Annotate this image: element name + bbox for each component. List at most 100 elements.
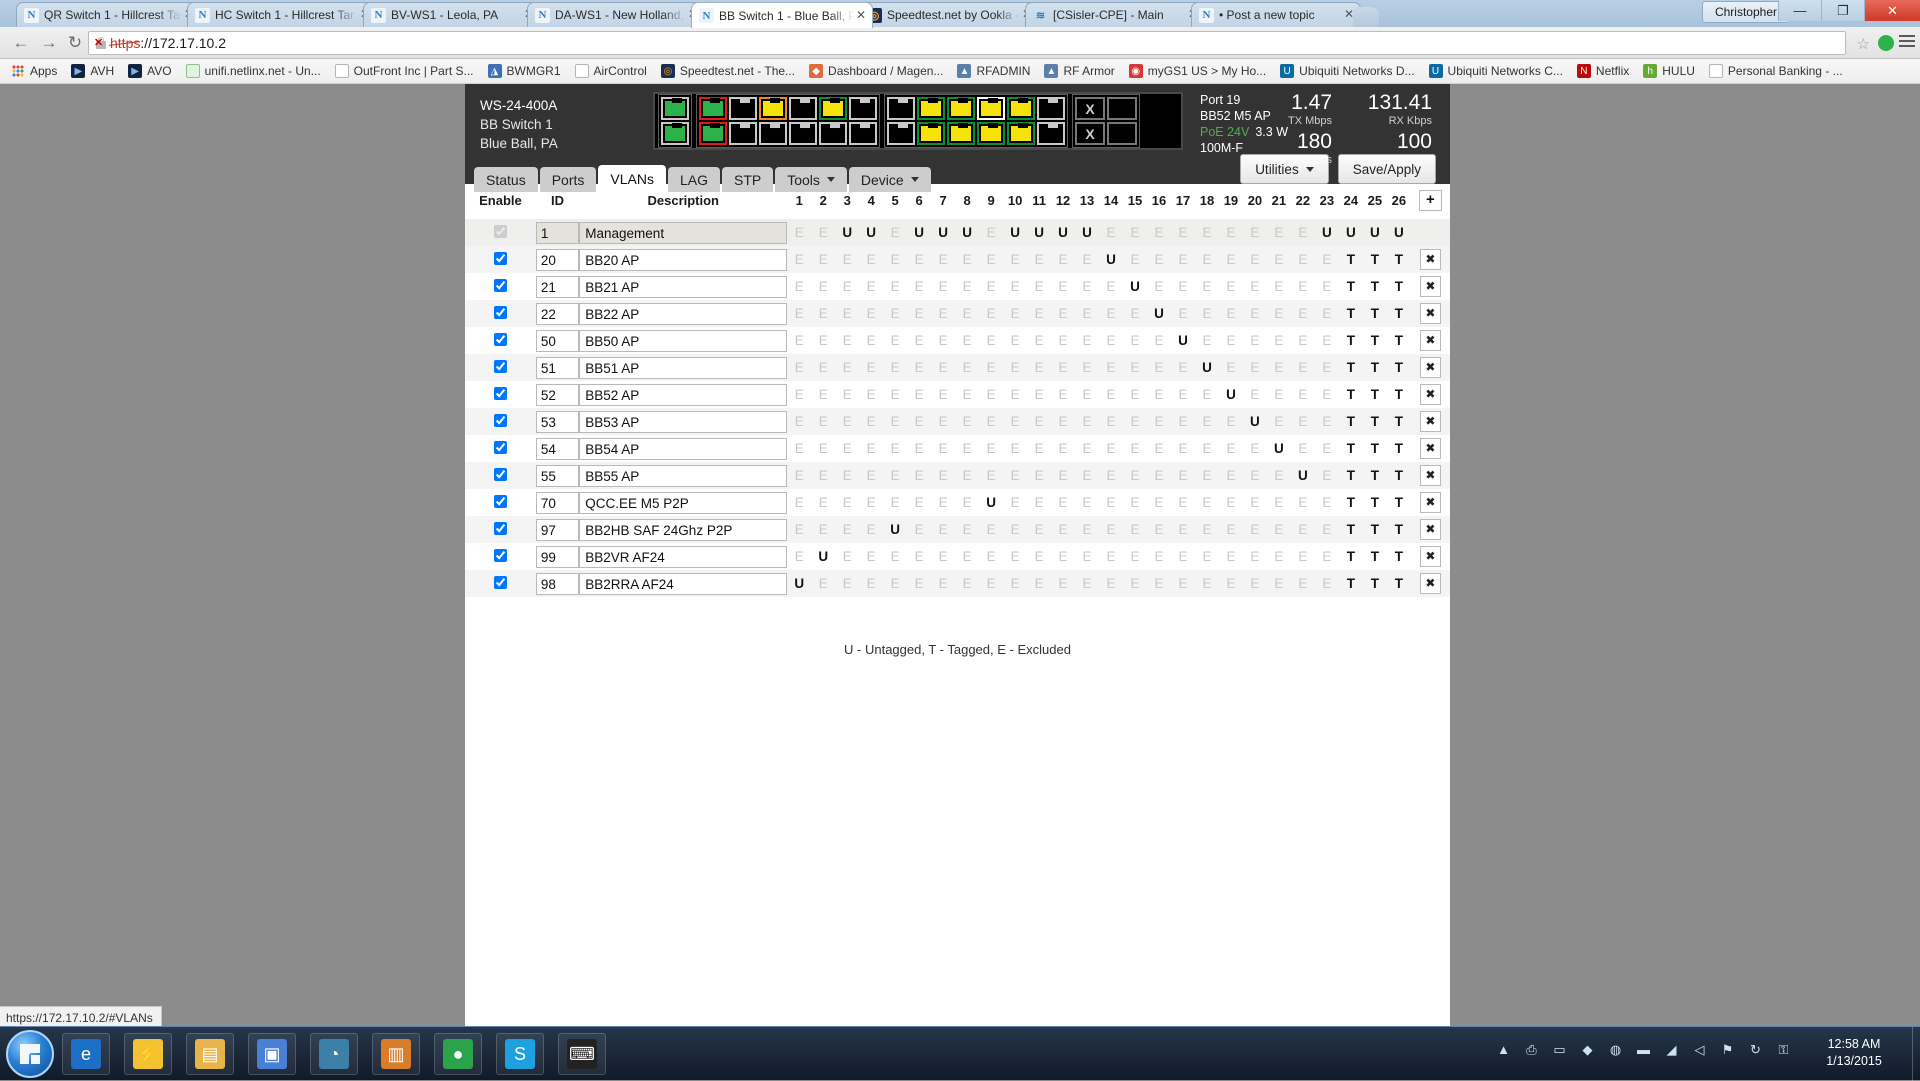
vlan-port-state-14[interactable]: E [1099,300,1123,327]
vlan-port-state-24[interactable]: T [1339,489,1363,516]
vlan-port-state-18[interactable]: E [1195,219,1219,246]
vlan-port-state-11[interactable]: E [1027,327,1051,354]
vlan-port-state-8[interactable]: E [955,570,979,597]
vlan-port-state-18[interactable]: E [1195,570,1219,597]
vlan-enable-checkbox[interactable] [494,414,507,427]
vlan-port-state-26[interactable]: T [1387,327,1411,354]
switch-port-led[interactable] [887,122,915,145]
vlan-port-state-9[interactable]: E [979,273,1003,300]
show-desktop-button[interactable] [1912,1027,1920,1081]
vlan-port-state-11[interactable]: E [1027,462,1051,489]
switch-port-led[interactable] [789,97,817,120]
vlan-port-state-13[interactable]: E [1075,300,1099,327]
vlan-port-state-10[interactable]: E [1003,327,1027,354]
browser-tab[interactable]: ◎Speedtest.net by Ookla - T✕ [859,2,1039,27]
switch-port-led[interactable] [661,122,689,145]
delete-vlan-button[interactable]: ✖ [1420,411,1441,432]
vlan-port-state-3[interactable]: E [835,354,859,381]
vlan-port-state-19[interactable]: E [1219,489,1243,516]
forward-button[interactable]: → [36,31,62,55]
vlan-port-state-2[interactable]: E [811,273,835,300]
vlan-id-input[interactable]: 99 [536,546,579,568]
switch-port-led[interactable] [917,122,945,145]
vlan-port-state-2[interactable]: E [811,300,835,327]
switch-port-led[interactable] [947,97,975,120]
vlan-description-input[interactable]: BB50 AP [579,330,787,352]
vlan-port-state-26[interactable]: T [1387,435,1411,462]
insecure-lock-icon[interactable]: ✕ [95,36,107,50]
vlan-port-state-8[interactable]: E [955,462,979,489]
vlan-enable-checkbox[interactable] [494,522,507,535]
bookmark-item[interactable]: ▶AVH [64,61,121,81]
vlan-port-state-3[interactable]: E [835,516,859,543]
chrome-user-button[interactable]: Christopher [1702,1,1790,23]
port-column[interactable] [698,96,728,146]
vlan-port-state-10[interactable]: E [1003,408,1027,435]
vlan-port-state-20[interactable]: E [1243,570,1267,597]
vlan-port-state-12[interactable]: E [1051,516,1075,543]
vlan-id-input[interactable]: 53 [536,411,579,433]
delete-vlan-button[interactable]: ✖ [1420,303,1441,324]
vlan-port-state-25[interactable]: T [1363,381,1387,408]
vlan-port-state-19[interactable]: E [1219,354,1243,381]
vlan-port-state-7[interactable]: E [931,489,955,516]
vlan-port-state-17[interactable]: E [1171,570,1195,597]
vlan-port-state-26[interactable]: T [1387,300,1411,327]
vlan-port-state-5[interactable]: E [883,381,907,408]
tray-shield-icon[interactable]: ◆ [1579,1041,1596,1058]
vlan-port-state-4[interactable]: E [859,246,883,273]
vlan-enable-checkbox[interactable] [494,252,507,265]
vlan-port-state-17[interactable]: E [1171,543,1195,570]
vlan-port-state-11[interactable]: E [1027,570,1051,597]
tab-close-icon[interactable]: ✕ [854,9,868,23]
vlan-port-state-21[interactable]: E [1267,570,1291,597]
sfp-slot[interactable] [1107,97,1137,120]
vlan-port-state-8[interactable]: E [955,381,979,408]
vlan-port-state-12[interactable]: E [1051,543,1075,570]
vlan-port-state-20[interactable]: E [1243,300,1267,327]
vlan-port-state-6[interactable]: E [907,489,931,516]
vlan-port-state-10[interactable]: E [1003,381,1027,408]
delete-vlan-button[interactable]: ✖ [1420,438,1441,459]
vlan-port-state-4[interactable]: E [859,489,883,516]
vlan-port-state-18[interactable]: E [1195,489,1219,516]
vlan-port-state-2[interactable]: E [811,327,835,354]
vlan-port-state-14[interactable]: E [1099,354,1123,381]
vlan-port-state-9[interactable]: E [979,354,1003,381]
port-column[interactable] [946,96,976,146]
vlan-port-state-9[interactable]: E [979,246,1003,273]
vlan-port-state-17[interactable]: E [1171,219,1195,246]
vlan-port-state-15[interactable]: E [1123,543,1147,570]
tray-lock-icon[interactable]: ⚿ [1775,1041,1792,1058]
vlan-id-input[interactable]: 70 [536,492,579,514]
taskbar-window-icon[interactable]: ▣ [248,1033,296,1075]
vlan-port-state-1[interactable]: U [787,570,811,597]
vlan-id-input[interactable]: 52 [536,384,579,406]
vlan-id-input[interactable]: 22 [536,303,579,325]
vlan-port-state-5[interactable]: E [883,408,907,435]
save-apply-button[interactable]: Save/Apply [1338,154,1436,184]
delete-vlan-button[interactable]: ✖ [1420,330,1441,351]
vlan-port-state-26[interactable]: T [1387,516,1411,543]
vlan-port-state-12[interactable]: E [1051,462,1075,489]
tray-monitor-icon[interactable]: ▭ [1551,1041,1568,1058]
vlan-port-state-9[interactable]: E [979,408,1003,435]
vlan-port-state-16[interactable]: E [1147,516,1171,543]
vlan-port-state-16[interactable]: E [1147,273,1171,300]
vlan-port-state-14[interactable]: E [1099,435,1123,462]
vlan-port-state-11[interactable]: E [1027,273,1051,300]
vlan-port-state-7[interactable]: E [931,381,955,408]
vlan-port-state-18[interactable]: E [1195,543,1219,570]
bookmark-item[interactable]: ▲RFADMIN [950,61,1037,81]
tray-battery-icon[interactable]: ▬ [1635,1041,1652,1058]
vlan-port-state-12[interactable]: E [1051,408,1075,435]
vlan-port-state-13[interactable]: E [1075,462,1099,489]
vlan-port-state-19[interactable]: E [1219,327,1243,354]
bookmark-item[interactable]: ▶AVO [121,61,178,81]
bookmark-item[interactable]: OutFront Inc | Part S... [328,61,481,81]
bookmark-star-icon[interactable]: ☆ [1857,35,1870,53]
vlan-port-state-24[interactable]: T [1339,435,1363,462]
switch-port-led[interactable] [1007,97,1035,120]
vlan-port-state-21[interactable]: E [1267,246,1291,273]
bookmark-item[interactable]: NNetflix [1570,61,1636,81]
